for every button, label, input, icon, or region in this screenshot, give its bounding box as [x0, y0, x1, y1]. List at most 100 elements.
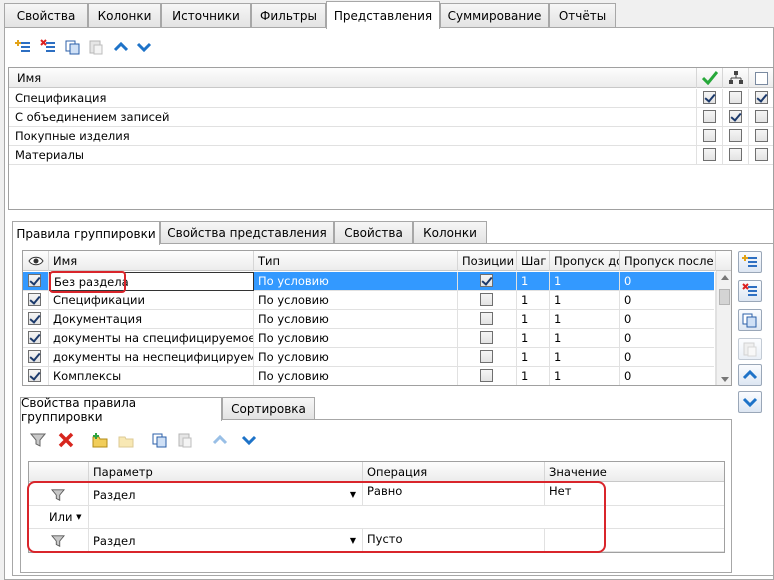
copy-condition-icon[interactable] [151, 431, 169, 449]
rule-skip-before[interactable]: 1 [550, 348, 620, 367]
rules-scrollbar[interactable] [716, 271, 731, 385]
tab-sources[interactable]: Источники [161, 3, 251, 28]
rule-type[interactable]: По условию [254, 367, 458, 385]
delete-view-icon[interactable] [39, 38, 57, 56]
rule-step[interactable]: 1 [517, 272, 550, 291]
column-header-operation[interactable]: Операция [363, 462, 545, 482]
dropdown-arrow-icon[interactable]: ▼ [350, 483, 356, 506]
view-tree-checkbox[interactable] [723, 146, 749, 165]
tab-view-properties[interactable]: Свойства представления [160, 221, 334, 243]
view-enabled-checkbox[interactable] [697, 146, 723, 165]
copy-icon[interactable] [64, 38, 82, 56]
rule-row[interactable]: документы на неспецифицируемое По условию… [23, 348, 716, 367]
rule-type[interactable]: По условию [254, 329, 458, 348]
view-tree-checkbox[interactable] [723, 108, 749, 127]
tab-sorting[interactable]: Сортировка [222, 397, 315, 419]
tab-reports[interactable]: Отчёты [549, 3, 616, 28]
rule-type[interactable]: По условию [254, 348, 458, 367]
param-select[interactable]: Раздел ▼ [89, 483, 363, 506]
column-header-param[interactable]: Параметр [89, 462, 363, 482]
logic-row[interactable]: Или ▼ [29, 506, 724, 529]
column-header-skip-before[interactable]: Пропуск до [550, 251, 620, 271]
rule-type[interactable]: По условию [254, 310, 458, 329]
view-row[interactable]: С объединением записей [9, 108, 773, 127]
rule-positions-checkbox[interactable] [458, 310, 517, 329]
dropdown-arrow-icon[interactable]: ▼ [350, 529, 356, 552]
column-header-positions[interactable]: Позиции [458, 251, 517, 271]
rule-row[interactable]: Без раздела По условию 1 1 0 [23, 272, 716, 291]
hierarchy-icon[interactable] [723, 68, 749, 88]
rule-name[interactable]: документы на неспецифицируемое [49, 348, 254, 367]
condition-up-icon[interactable] [211, 431, 229, 449]
condition-down-icon[interactable] [240, 431, 258, 449]
paste-icon[interactable] [87, 38, 105, 56]
rule-skip-after[interactable]: 0 [620, 291, 716, 310]
rule-positions-checkbox[interactable] [458, 367, 517, 385]
scroll-down-icon[interactable] [721, 377, 729, 382]
view-row[interactable]: Материалы [9, 146, 773, 165]
scroll-thumb[interactable] [719, 289, 730, 305]
view-tree-checkbox[interactable] [723, 127, 749, 146]
rule-active-checkbox[interactable] [23, 291, 49, 310]
scroll-up-icon[interactable] [721, 275, 729, 280]
tab-grouping-rules[interactable]: Правила группировки [12, 221, 160, 245]
rule-type[interactable]: По условию [254, 272, 458, 291]
tab-summation[interactable]: Суммирование [440, 3, 549, 28]
view-extra-checkbox[interactable] [749, 89, 773, 108]
rule-skip-before[interactable]: 1 [550, 310, 620, 329]
operation-cell[interactable]: Пусто [363, 529, 545, 552]
rule-skip-after[interactable]: 0 [620, 367, 716, 385]
rule-skip-before[interactable]: 1 [550, 367, 620, 385]
column-header-value[interactable]: Значение [545, 462, 724, 482]
view-enabled-checkbox[interactable] [697, 89, 723, 108]
add-view-icon[interactable] [14, 38, 32, 56]
column-header-type[interactable]: Тип [254, 251, 458, 271]
tab-properties-inner[interactable]: Свойства [334, 221, 413, 243]
column-header-name[interactable]: Имя [9, 68, 697, 88]
rule-row[interactable]: документы на специфицируемое из По услови… [23, 329, 716, 348]
rule-positions-checkbox[interactable] [458, 329, 517, 348]
column-header-name[interactable]: Имя [49, 251, 254, 271]
rule-name[interactable]: документы на специфицируемое из [49, 329, 254, 348]
tab-rule-properties[interactable]: Свойства правила группировки [20, 396, 222, 424]
rule-active-checkbox[interactable] [23, 310, 49, 329]
rule-skip-after[interactable]: 0 [620, 329, 716, 348]
view-enabled-checkbox[interactable] [697, 127, 723, 146]
view-row[interactable]: Покупные изделия [9, 127, 773, 146]
rule-skip-after[interactable]: 0 [620, 310, 716, 329]
rule-row[interactable]: Документация По условию 1 1 0 [23, 310, 716, 329]
blank-column-icon[interactable] [749, 68, 773, 88]
condition-row[interactable]: Раздел ▼ Пусто [29, 529, 724, 552]
rule-active-checkbox[interactable] [23, 272, 49, 291]
logic-select[interactable]: Или ▼ [29, 506, 89, 529]
column-header-skip-after[interactable]: Пропуск после [620, 251, 716, 271]
column-header-step[interactable]: Шаг [517, 251, 550, 271]
rule-skip-after[interactable]: 0 [620, 272, 716, 291]
rule-skip-before[interactable]: 1 [550, 291, 620, 310]
rule-step[interactable]: 1 [517, 310, 550, 329]
rule-name[interactable]: Документация [49, 310, 254, 329]
filter-icon[interactable] [29, 431, 47, 449]
move-down-icon[interactable] [135, 38, 153, 56]
rule-active-checkbox[interactable] [23, 329, 49, 348]
checkmark-icon[interactable] [697, 68, 723, 88]
value-cell[interactable]: Нет [545, 483, 724, 506]
move-up-icon[interactable] [112, 38, 130, 56]
view-enabled-checkbox[interactable] [697, 108, 723, 127]
rule-row[interactable]: Спецификации По условию 1 1 0 [23, 291, 716, 310]
add-rule-button[interactable] [738, 251, 762, 273]
copy-rule-button[interactable] [738, 309, 762, 331]
rule-step[interactable]: 1 [517, 348, 550, 367]
rule-positions-checkbox[interactable] [458, 348, 517, 367]
rule-name[interactable]: Комплексы [49, 367, 254, 385]
eye-icon[interactable] [23, 251, 49, 271]
rule-active-checkbox[interactable] [23, 348, 49, 367]
delete-condition-icon[interactable] [57, 431, 75, 449]
operation-cell[interactable]: Равно [363, 483, 545, 506]
rule-down-button[interactable] [738, 391, 762, 413]
rule-step[interactable]: 1 [517, 367, 550, 385]
rule-name[interactable]: Спецификации [49, 291, 254, 310]
rule-active-checkbox[interactable] [23, 367, 49, 385]
dropdown-arrow-icon[interactable]: ▼ [76, 513, 81, 521]
rule-skip-before[interactable]: 1 [550, 329, 620, 348]
